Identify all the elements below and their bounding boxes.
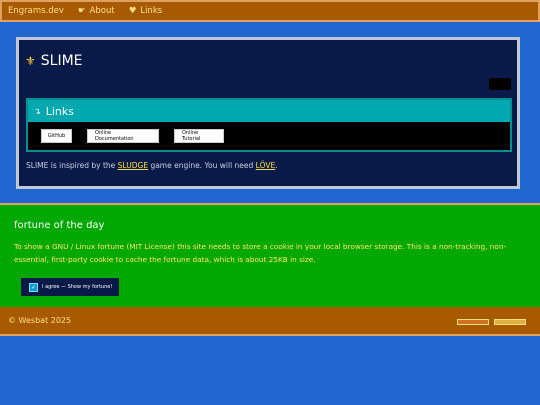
nav-item-about[interactable]: ☛ About: [78, 6, 115, 16]
links-panel: ↴ Links GitHub Online Documentation Onli…: [26, 98, 512, 152]
dark-box: [489, 78, 511, 90]
pointing-hand-icon: ☛: [77, 6, 86, 16]
checkbox-icon[interactable]: ✓: [29, 282, 38, 292]
fortune-title: fortune of the day: [14, 220, 105, 231]
fortune-description: To show a GNU / Linux fortune (MIT Licen…: [14, 242, 507, 264]
main-card: ⚜ SLIME ↴ Links GitHub Online Documentat…: [16, 37, 520, 189]
heart-icon: ♥: [128, 6, 137, 16]
nav-item-label: About: [89, 6, 115, 16]
nav-item-links[interactable]: ♥ Links: [129, 6, 162, 16]
footer-badge[interactable]: [494, 319, 526, 325]
footer-badge[interactable]: [457, 319, 489, 325]
title-row: ⚜ SLIME: [25, 53, 83, 69]
nav-item-label: Links: [140, 6, 163, 16]
corner-arrow-icon: ↴: [34, 106, 41, 116]
inspired-prefix: SLIME is inspired by the: [26, 161, 118, 170]
agree-label: I agree — Show my fortune!: [42, 284, 113, 290]
love-link[interactable]: LÖVE: [256, 161, 276, 170]
agree-button[interactable]: ✓ I agree — Show my fortune!: [21, 278, 119, 296]
links-buttons: GitHub Online Documentation Online Tutor…: [28, 122, 510, 143]
footer: © Wesbat 2025: [0, 307, 540, 336]
online-tutorial-button[interactable]: Online Tutorial: [174, 129, 224, 143]
top-nav: Engrams.dev ☛ About ♥ Links: [0, 0, 540, 22]
brand-link[interactable]: Engrams.dev: [8, 6, 64, 16]
github-button[interactable]: GitHub: [41, 129, 72, 143]
copyright: © Wesbat 2025: [8, 316, 72, 325]
fleur-de-lis-icon: ⚜: [25, 54, 36, 68]
links-header[interactable]: ↴ Links: [28, 100, 510, 122]
inspired-middle: game engine. You will need: [148, 161, 256, 170]
online-documentation-button[interactable]: Online Documentation: [87, 129, 159, 143]
links-header-label: Links: [45, 104, 74, 118]
inspired-suffix: .: [275, 161, 278, 170]
inspired-text: SLIME is inspired by the SLUDGE game eng…: [26, 161, 278, 170]
sludge-link[interactable]: SLUDGE: [118, 161, 148, 170]
fortune-section: fortune of the day To show a GNU / Linux…: [0, 203, 540, 307]
page-title: SLIME: [40, 53, 83, 69]
